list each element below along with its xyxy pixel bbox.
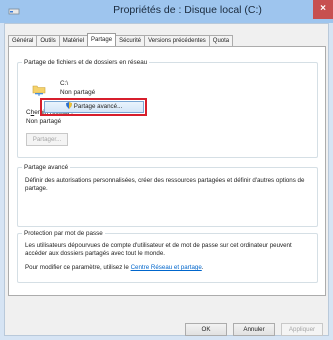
advanced-sharing-group: Partage avancé Définir des autorisations… (17, 164, 318, 227)
network-sharing-group-title: Partage de fichiers et de dossiers en ré… (22, 59, 150, 66)
password-protection-group: Protection par mot de passe Les utilisat… (17, 230, 318, 283)
share-button[interactable]: Partager... (26, 133, 68, 146)
tab-quota[interactable]: Quota (208, 35, 234, 46)
tab-sharing[interactable]: Partage (87, 33, 117, 46)
password-protection-group-title: Protection par mot de passe (22, 230, 105, 237)
password-protection-modify-text: Pour modifier ce paramètre, utilisez le … (25, 264, 204, 271)
advanced-sharing-button-label: Partage avancé... (73, 103, 123, 110)
advanced-sharing-group-title: Partage avancé (22, 164, 71, 171)
sharing-tab-panel: Partage de fichiers et de dossiers en ré… (8, 46, 326, 296)
dialog-client-area: Général Outils Matériel Partage Sécurité… (4, 23, 329, 336)
advanced-sharing-description: Définir des autorisations personnalisées… (25, 177, 305, 192)
network-sharing-center-link[interactable]: Centre Réseau et partage (131, 264, 202, 271)
tab-security[interactable]: Sécurité (115, 35, 146, 46)
tab-tools[interactable]: Outils (36, 35, 60, 46)
apply-button[interactable]: Appliquer (281, 323, 323, 336)
drive-icon (8, 8, 20, 15)
tab-hardware[interactable]: Matériel (58, 35, 89, 46)
ok-button[interactable]: OK (185, 323, 227, 336)
advanced-sharing-button[interactable]: Partage avancé... (44, 101, 144, 113)
tab-previous-versions[interactable]: Versions précédentes (144, 35, 210, 46)
folder-network-icon (32, 85, 46, 96)
shared-path: C:\ (60, 80, 69, 87)
window-title: Propriétés de : Disque local (C:) (113, 4, 262, 16)
network-path-value: Non partagé (26, 118, 62, 125)
close-button[interactable]: × (313, 0, 333, 19)
sharing-status: Non partagé (60, 89, 96, 96)
title-bar[interactable]: Propriétés de : Disque local (C:) × (0, 0, 333, 23)
cancel-button[interactable]: Annuler (233, 323, 275, 336)
uac-shield-icon (65, 102, 72, 110)
tab-general[interactable]: Général (8, 35, 38, 46)
password-protection-description: Les utilisateurs dépourvues de compte d'… (25, 242, 292, 257)
tab-strip: Général Outils Matériel Partage Sécurité… (8, 33, 234, 46)
properties-dialog: Propriétés de : Disque local (C:) × Géné… (0, 0, 333, 340)
